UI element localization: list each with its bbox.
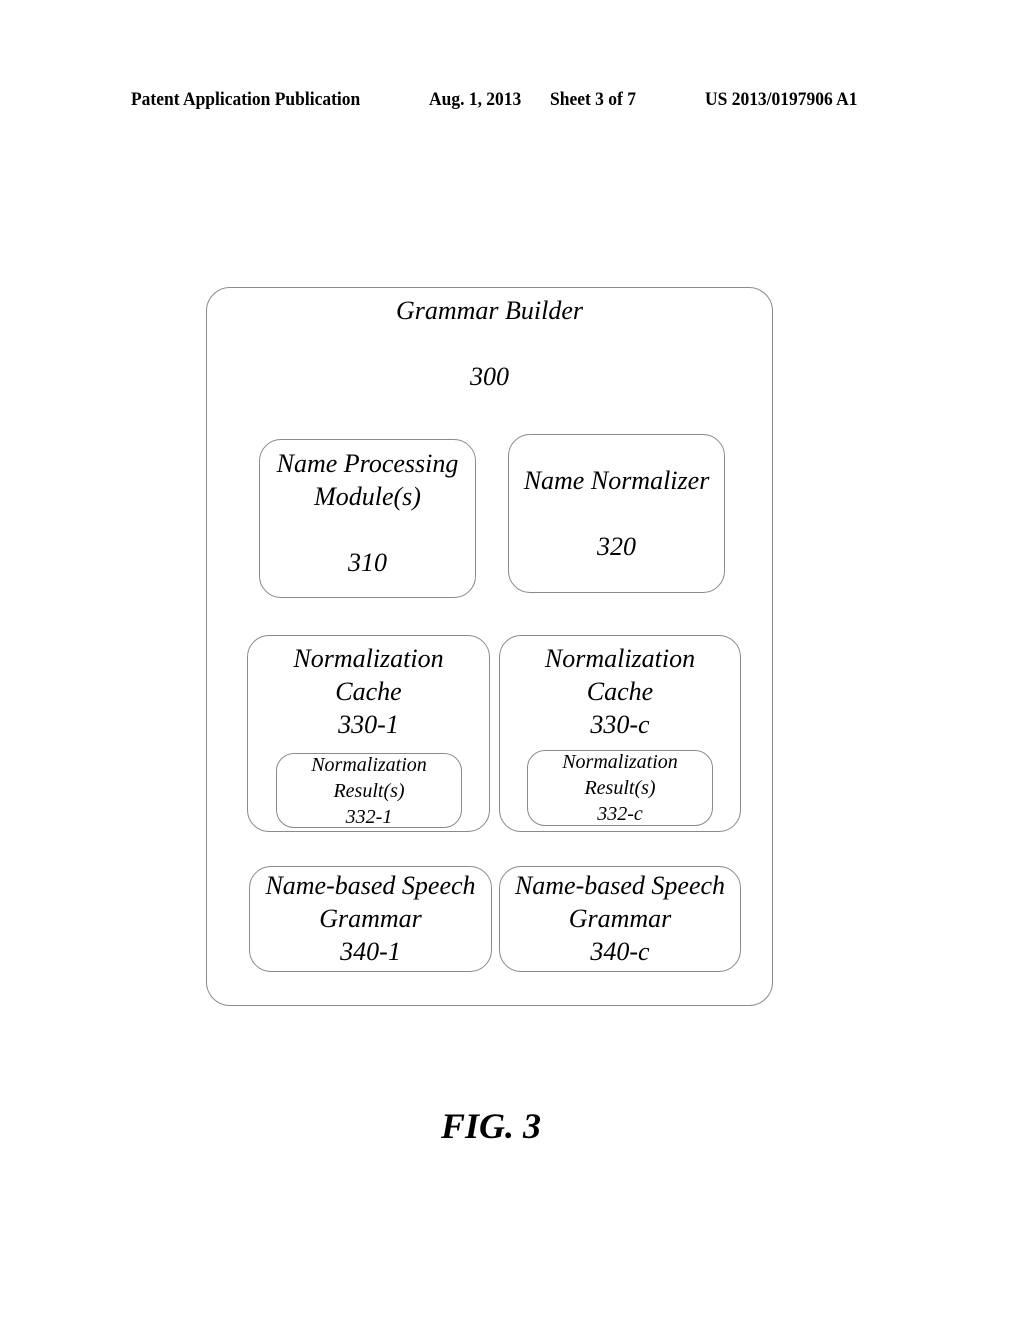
result-1-line2: Result(s) (333, 780, 405, 802)
cache-c-line1: Normalization (544, 644, 696, 673)
publication-date: Aug. 1, 2013 (429, 89, 522, 110)
name-processing-module-box: Name Processing Module(s) 310 (259, 439, 476, 598)
result-1-line1: Normalization (311, 754, 427, 776)
name-processing-line2: Module(s) (314, 482, 421, 511)
result-c-ref: 332-c (597, 803, 643, 825)
result-c-line1: Normalization (562, 751, 678, 773)
name-normalizer-title: Name Normalizer (523, 466, 710, 495)
name-processing-ref: 310 (348, 548, 387, 577)
normalization-result-c-box: Normalization Result(s) 332-c (527, 750, 713, 826)
normalization-result-1-box: Normalization Result(s) 332-1 (276, 753, 462, 828)
cache-1-ref: 330-1 (338, 710, 399, 739)
name-normalizer-box: Name Normalizer 320 (508, 434, 725, 593)
cache-c-ref: 330-c (590, 710, 650, 739)
publication-label: Patent Application Publication (131, 89, 361, 110)
cache-c-line2: Cache (586, 677, 654, 706)
speech-grammar-1-box: Name-based Speech Grammar 340-1 (249, 866, 492, 972)
grammar-builder-ref: 300 (470, 362, 509, 391)
figure-label: FIG. 3 (440, 1106, 542, 1146)
grammar-1-ref: 340-1 (340, 937, 401, 966)
cache-1-line1: Normalization (293, 644, 444, 673)
result-c-line2: Result(s) (584, 777, 656, 799)
grammar-builder-title: Grammar Builder (395, 296, 584, 325)
grammar-1-line2: Grammar (319, 904, 422, 933)
patent-number: US 2013/0197906 A1 (705, 89, 858, 110)
grammar-1-line1: Name-based Speech (265, 871, 476, 900)
grammar-c-line1: Name-based Speech (514, 871, 726, 900)
name-normalizer-ref: 320 (597, 532, 636, 561)
grammar-c-ref: 340-c (590, 937, 650, 966)
sheet-number: Sheet 3 of 7 (550, 89, 636, 110)
result-1-ref: 332-1 (345, 806, 393, 828)
grammar-c-line2: Grammar (568, 904, 672, 933)
name-processing-line1: Name Processing (276, 449, 459, 478)
cache-1-line2: Cache (335, 677, 402, 706)
speech-grammar-c-box: Name-based Speech Grammar 340-c (499, 866, 741, 972)
